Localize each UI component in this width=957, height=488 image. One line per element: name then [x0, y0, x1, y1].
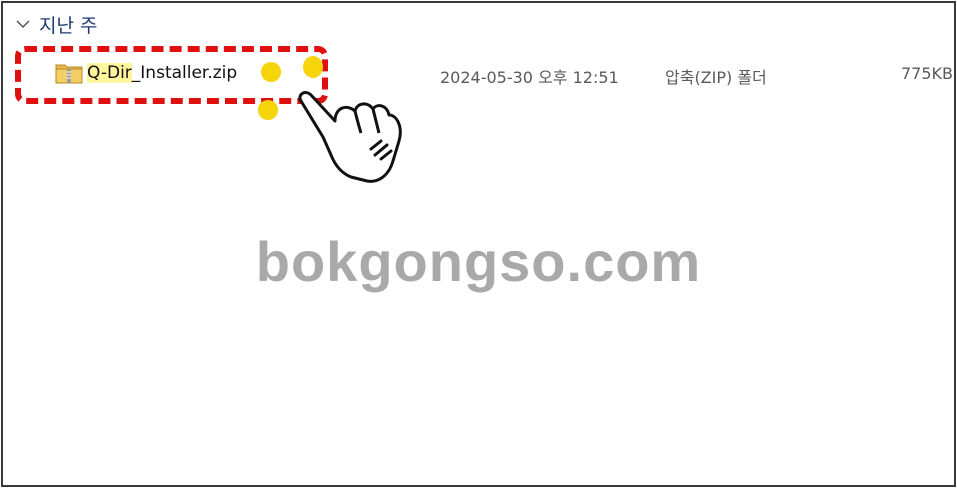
- file-type: 압축(ZIP) 폴더: [665, 68, 767, 87]
- file-name[interactable]: Q-Dir_Installer.zip: [87, 63, 237, 83]
- zip-folder-icon: [55, 64, 83, 84]
- pointing-hand-icon: [298, 91, 402, 183]
- file-explorer-view: 지난 주 Q-Dir_Installer.zip 2024-05-30 오후 1…: [1, 1, 956, 487]
- annotation-dot: [261, 62, 281, 82]
- file-name-highlight: Q-Dir: [87, 63, 132, 83]
- file-size: 775KB: [901, 64, 954, 83]
- file-row[interactable]: Q-Dir_Installer.zip 2024-05-30 오후 12:51 …: [3, 59, 954, 89]
- chevron-down-icon: [16, 20, 30, 29]
- group-title: 지난 주: [39, 14, 98, 37]
- group-header[interactable]: 지난 주: [15, 11, 97, 37]
- annotation-dot: [258, 100, 278, 120]
- watermark: bokgongso.com: [255, 230, 702, 293]
- file-modified-date: 2024-05-30 오후 12:51: [440, 68, 619, 87]
- file-name-rest: _Installer.zip: [131, 63, 238, 83]
- annotation-dot: [303, 56, 323, 78]
